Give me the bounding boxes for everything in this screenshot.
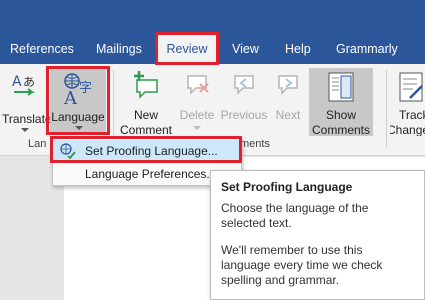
group-label-language: Lan <box>28 138 47 150</box>
tab-references[interactable]: References <box>10 34 74 64</box>
ribbon-tab-bar: References Mailings Review View Help Gra… <box>0 34 425 64</box>
previous-comment-label: Previous <box>220 108 268 122</box>
delete-comment-label: Delete <box>179 108 215 122</box>
track-changes-icon <box>399 72 423 102</box>
translate-button[interactable]: A あ Translate <box>2 70 52 134</box>
language-preferences-label: Language Preferences... <box>85 167 217 181</box>
track-changes-label-line2: Change <box>390 123 425 136</box>
chevron-down-icon <box>21 128 29 132</box>
title-bar <box>0 0 425 34</box>
group-label-comments: ments <box>240 138 270 150</box>
tab-mailings[interactable]: Mailings <box>96 34 142 64</box>
previous-comment-icon <box>234 75 254 95</box>
next-comment-icon <box>278 75 298 95</box>
new-comment-icon <box>134 71 158 99</box>
language-button[interactable]: A 字 Language <box>50 68 106 134</box>
svg-text:A: A <box>12 74 22 90</box>
chevron-down-icon <box>75 126 83 130</box>
new-comment-button[interactable]: New Comment <box>118 68 174 137</box>
tooltip: Set Proofing Language Choose the languag… <box>210 170 425 300</box>
tab-grammarly[interactable]: Grammarly <box>336 34 398 64</box>
delete-comment-button[interactable]: Delete <box>176 68 218 134</box>
delete-comment-icon <box>187 75 209 95</box>
tab-view[interactable]: View <box>232 34 259 64</box>
show-comments-label-line1: Show <box>325 108 357 122</box>
group-separator <box>386 70 387 148</box>
group-separator <box>113 70 114 148</box>
show-comments-button[interactable]: Show Comments <box>309 68 373 137</box>
track-changes-label-line1: Track <box>399 108 425 122</box>
tooltip-note: We'll remember to use this language ever… <box>221 243 383 287</box>
svg-text:あ: あ <box>23 75 35 89</box>
tab-help[interactable]: Help <box>285 34 311 64</box>
svg-text:A: A <box>63 88 78 106</box>
translate-label: Translate <box>2 112 52 126</box>
tooltip-description: Choose the language of the selected text… <box>221 201 369 230</box>
language-label: Language <box>51 110 105 124</box>
chevron-down-icon <box>193 126 201 130</box>
tooltip-title: Set Proofing Language <box>221 180 353 194</box>
show-comments-label-line2: Comments <box>311 123 370 137</box>
proofing-language-icon <box>60 143 76 159</box>
set-proofing-language-label: Set Proofing Language... <box>85 144 218 158</box>
new-comment-label-line2: Comment <box>119 123 172 137</box>
track-changes-button[interactable]: Track Change <box>390 68 425 136</box>
next-comment-button[interactable]: Next <box>270 68 306 134</box>
show-comments-icon <box>328 72 354 102</box>
language-icon: A 字 <box>63 73 92 106</box>
translate-icon: A あ <box>12 74 35 96</box>
tab-review[interactable]: Review <box>158 34 216 64</box>
menu-item-set-proofing-language[interactable]: Set Proofing Language... <box>53 140 241 162</box>
next-comment-label: Next <box>275 108 301 122</box>
previous-comment-button[interactable]: Previous <box>220 68 268 134</box>
svg-text:字: 字 <box>79 81 92 96</box>
new-comment-label-line1: New <box>133 108 158 122</box>
